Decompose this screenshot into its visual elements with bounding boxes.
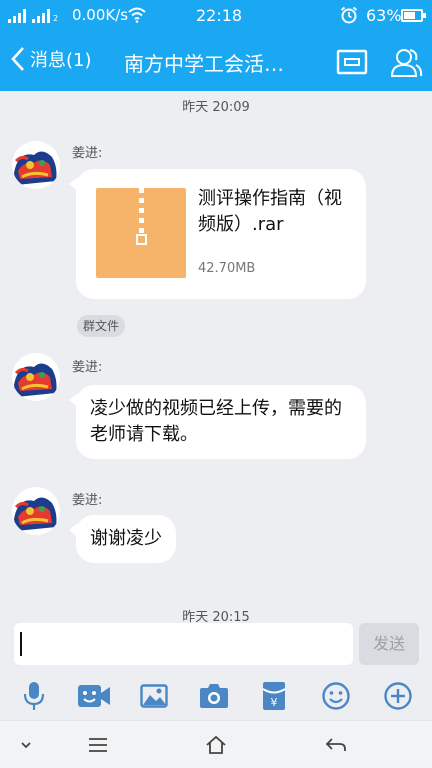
send-button[interactable]: 发送	[359, 623, 419, 665]
sender-name: 姜进:	[72, 493, 103, 508]
image-button[interactable]	[134, 679, 174, 713]
avatar-image	[14, 497, 57, 531]
sender-name: 姜进:	[72, 360, 103, 375]
image-icon	[140, 684, 168, 708]
more-button[interactable]	[378, 679, 418, 713]
chat-area[interactable]: 昨天 20:09 姜进: 测评操作指南（视频版）.rar 42.70MB 群文件	[0, 91, 432, 623]
camera-button[interactable]	[194, 679, 234, 713]
timestamp: 昨天 20:09	[182, 100, 250, 115]
title-bar: 消息(1) 南方中学工会活…	[0, 32, 432, 91]
file-message-bubble[interactable]: 测评操作指南（视频版）.rar 42.70MB	[69, 169, 366, 299]
avatar[interactable]	[12, 141, 60, 189]
input-bar: 发送	[0, 623, 432, 671]
clock: 22:18	[196, 6, 243, 25]
text-cursor	[20, 632, 22, 656]
network-speed: 0.00K/s	[72, 6, 129, 24]
text-message-bubble[interactable]: 凌少做的视频已经上传，需要的老师请下载。	[69, 385, 366, 459]
voice-button[interactable]	[14, 679, 54, 713]
text-message-bubble[interactable]: 谢谢凌少	[69, 515, 176, 563]
microphone-icon	[23, 682, 45, 710]
avatar-image	[14, 363, 57, 397]
group-profile-button[interactable]	[332, 42, 372, 82]
menu-icon	[89, 738, 107, 752]
alarm-icon	[340, 6, 358, 24]
collapse-button[interactable]	[6, 731, 46, 759]
video-icon	[78, 685, 110, 707]
timestamp: 昨天 20:15	[182, 610, 250, 623]
sim-label: 2	[53, 14, 59, 23]
home-button[interactable]	[196, 731, 236, 759]
menu-button[interactable]	[78, 731, 118, 759]
zip-file-icon	[96, 188, 186, 278]
svg-text:¥: ¥	[271, 696, 278, 709]
sender-name: 姜进:	[72, 146, 103, 161]
avatar-image	[14, 151, 57, 185]
home-icon	[206, 735, 226, 754]
back-nav-button[interactable]	[316, 731, 356, 759]
video-call-button[interactable]	[74, 679, 114, 713]
avatar[interactable]	[12, 487, 60, 535]
emoji-button[interactable]	[316, 679, 356, 713]
back-chevron-icon	[11, 47, 24, 71]
group-members-icon	[390, 49, 423, 77]
red-packet-icon: ¥	[262, 682, 286, 710]
plus-icon	[384, 682, 412, 710]
group-file-tag[interactable]: 群文件	[77, 315, 126, 337]
profile-card-icon	[336, 49, 368, 75]
back-label: 消息(1)	[30, 50, 92, 71]
status-bar: 2 0.00K/s 22:18 63%	[0, 0, 432, 32]
system-nav-bar	[0, 720, 432, 768]
camera-icon	[200, 684, 228, 708]
back-button[interactable]: 消息(1)	[10, 46, 92, 72]
chevron-down-icon	[21, 742, 31, 749]
battery-percent: 63%	[366, 6, 402, 25]
group-members-button[interactable]	[386, 42, 426, 82]
signal-icon-2: 2	[32, 8, 58, 23]
file-name: 测评操作指南（视频版）.rar	[198, 188, 342, 235]
file-size: 42.70MB	[198, 261, 256, 276]
back-arrow-icon	[325, 738, 346, 751]
red-packet-button[interactable]: ¥	[254, 679, 294, 713]
page-title: 南方中学工会活…	[124, 52, 284, 76]
emoji-icon	[322, 682, 350, 710]
battery-icon	[401, 9, 426, 22]
message-input[interactable]	[14, 623, 353, 665]
input-toolbar: ¥	[0, 671, 432, 720]
header: 2 0.00K/s 22:18 63% 消息(1) 南方中学工会活…	[0, 0, 432, 91]
wifi-icon	[128, 7, 146, 23]
avatar[interactable]	[12, 353, 60, 401]
signal-icon	[8, 8, 26, 23]
